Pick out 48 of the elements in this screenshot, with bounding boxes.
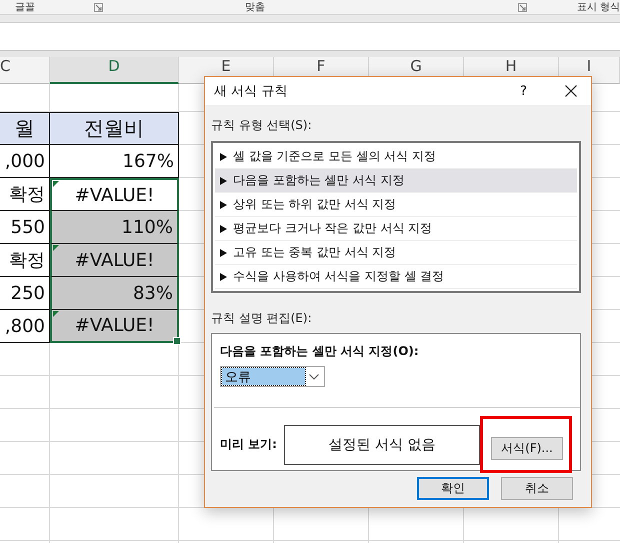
list-item-label: 평균보다 크거나 작은 값만 서식 지정 (233, 220, 432, 237)
list-item[interactable]: 수식을 사용하여 서식을 지정할 셀 결정 (215, 265, 577, 289)
list-item[interactable]: 다음을 포함하는 셀만 서식 지정 (215, 169, 577, 193)
help-button[interactable]: ? (520, 84, 527, 98)
list-item[interactable]: 평균보다 크거나 작은 값만 서식 지정 (215, 217, 577, 241)
list-item-label: 수식을 사용하여 서식을 지정할 셀 결정 (233, 268, 444, 285)
table-cell: 확정 (0, 178, 50, 211)
chevron-down-icon (309, 374, 319, 380)
preview-label: 미리 보기: (220, 436, 278, 453)
condition-dropdown[interactable]: 오류 (220, 366, 325, 387)
cancel-button[interactable]: 취소 (501, 477, 573, 500)
triangle-icon (220, 152, 227, 160)
triangle-icon (220, 272, 227, 280)
table-cell: #VALUE! (50, 244, 179, 277)
column-header[interactable]: C (0, 57, 50, 84)
table-cell: 110% (50, 211, 179, 244)
table-cell: 83% (50, 277, 179, 310)
section-label: 규칙 유형 선택(S): (211, 117, 313, 134)
list-item-label: 상위 또는 하위 값만 서식 지정 (233, 196, 396, 213)
table-cell: ,000 (0, 145, 50, 178)
table-cell: 167% (50, 145, 179, 178)
condition-label: 다음을 포함하는 셀만 서식 지정(O): (220, 343, 420, 360)
format-button[interactable]: 서식(F)... (491, 437, 563, 460)
rule-type-list[interactable]: 셀 값을 기준으로 모든 셀의 서식 지정 다음을 포함하는 셀만 서식 지정 상위 또는 하위 값만 서식 지정 평균보다 크거나 작은 값만 서식 지정 고유 또는 중복 값만 서식 지정 수식을 사용하여 서식을 지정할 셀 결정 (211, 141, 581, 293)
triangle-icon (220, 200, 227, 208)
table-cell: #VALUE! (50, 310, 179, 343)
list-item-label: 셀 값을 기준으로 모든 셀의 서식 지정 (233, 148, 436, 165)
ok-button[interactable]: 확인 (417, 477, 489, 500)
table-cell: 전월비 (50, 112, 179, 145)
section-label: 규칙 설명 편집(E): (211, 310, 313, 327)
fill-handle[interactable] (173, 337, 181, 345)
ribbon-group-label: 맞춤 (244, 0, 265, 14)
ribbon-group-label: 글꼴 (15, 0, 35, 14)
triangle-icon (220, 248, 227, 256)
dialog-title: 새 서식 규칙 (214, 83, 288, 100)
list-item-label: 다음을 포함하는 셀만 서식 지정 (233, 172, 404, 189)
list-item[interactable]: 고유 또는 중복 값만 서식 지정 (215, 241, 577, 265)
triangle-icon (220, 176, 227, 184)
dialog-launcher-icon[interactable] (94, 2, 103, 12)
dialog-launcher-icon[interactable] (518, 2, 527, 12)
list-item-label: 고유 또는 중복 값만 서식 지정 (233, 244, 396, 261)
table-cell: 월 (0, 112, 50, 145)
preview-box: 설정된 서식 없음 (284, 424, 480, 464)
list-item[interactable]: 상위 또는 하위 값만 서식 지정 (215, 193, 577, 217)
column-header[interactable]: D (50, 57, 179, 84)
triangle-icon (220, 224, 227, 232)
close-icon[interactable] (565, 85, 577, 97)
ribbon-group-label: 표시 형식 (576, 0, 620, 14)
